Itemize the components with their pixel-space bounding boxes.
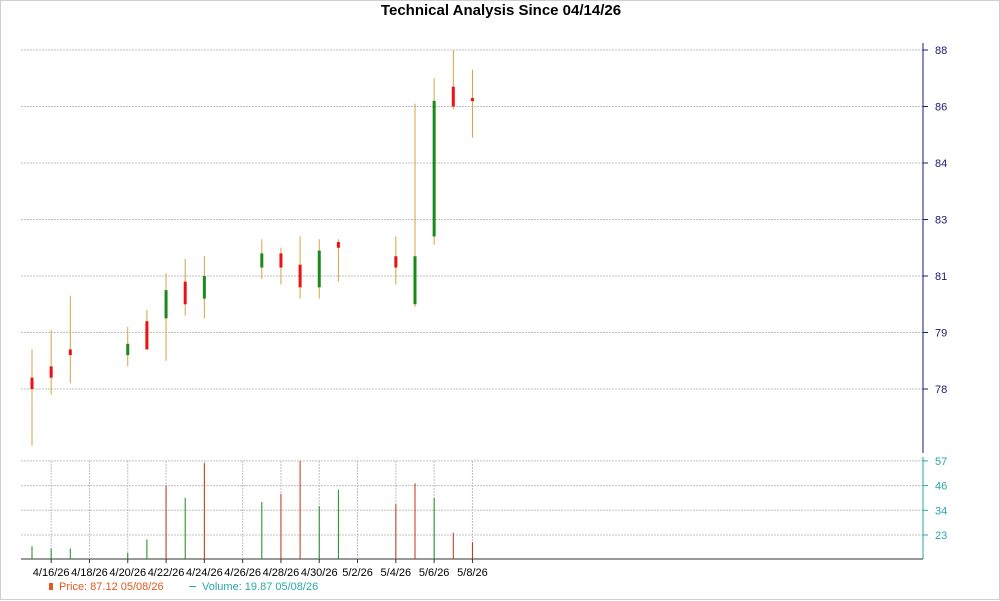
x-tick-label: 4/28/26 (263, 567, 300, 579)
price-ytick-label: 79 (935, 328, 947, 340)
x-tick-label: 4/18/26 (71, 567, 108, 579)
candle-body (432, 100, 436, 237)
price-ytick-label: 86 (935, 102, 947, 114)
candle-body (317, 250, 321, 288)
candle-body (451, 86, 455, 107)
x-tick-label: 5/8/26 (457, 567, 488, 579)
x-tick-label: 4/24/26 (186, 567, 223, 579)
price-legend-label: Price: 87.12 05/08/26 (59, 581, 164, 593)
candle-body (164, 290, 168, 319)
x-tick-label: 4/20/26 (109, 567, 146, 579)
candle-body (470, 98, 474, 102)
technical-analysis-chart: 4/16/26 4/18/26 4/20/26 4/22/26 4/24/26 4/26/… (21, 43, 947, 579)
legend-volume: Volume: 19.87 05/08/26 (189, 581, 318, 593)
candle-body (145, 321, 149, 350)
volume-legend-swatch (189, 586, 196, 587)
volume-ytick-label: 34 (935, 505, 947, 517)
price-candles (30, 50, 474, 446)
candle-body (298, 264, 302, 288)
x-tick-label: 4/26/26 (224, 567, 261, 579)
x-axis-ticks: 4/16/26 4/18/26 4/20/26 4/22/26 4/24/26 4/26/… (33, 461, 488, 579)
candle-body (336, 242, 340, 248)
price-ytick-label: 83 (935, 215, 947, 227)
candle-body (260, 253, 264, 268)
candle-body (183, 281, 187, 305)
price-legend-swatch (49, 583, 53, 590)
x-tick-label: 4/22/26 (148, 567, 185, 579)
candle-body (413, 256, 417, 305)
price-ytick-label: 81 (935, 271, 947, 283)
candle-body (202, 276, 206, 299)
x-tick-label: 4/30/26 (301, 567, 338, 579)
volume-ytick-label: 46 (935, 481, 947, 493)
x-tick-label: 4/16/26 (33, 567, 70, 579)
price-ytick-label: 84 (935, 158, 947, 170)
price-ytick-label: 88 (935, 45, 947, 57)
candle-body (394, 256, 398, 268)
x-tick-label: 5/6/26 (419, 567, 450, 579)
price-ytick-label: 78 (935, 384, 947, 396)
volume-ytick-label: 23 (935, 530, 947, 542)
x-tick-label: 5/2/26 (342, 567, 373, 579)
candle-body (126, 343, 130, 356)
candle-body (68, 349, 72, 356)
candle-body (279, 253, 283, 268)
volume-legend-label: Volume: 19.87 05/08/26 (202, 581, 319, 593)
volume-ytick-label: 57 (935, 456, 947, 468)
legend-price: Price: 87.12 05/08/26 (49, 581, 164, 593)
candle-body (49, 366, 53, 378)
x-tick-label: 5/4/26 (381, 567, 412, 579)
y-axis-ticks: 78 79 81 83 84 86 88 23 34 46 57 (923, 45, 947, 542)
candle-body (30, 377, 34, 389)
